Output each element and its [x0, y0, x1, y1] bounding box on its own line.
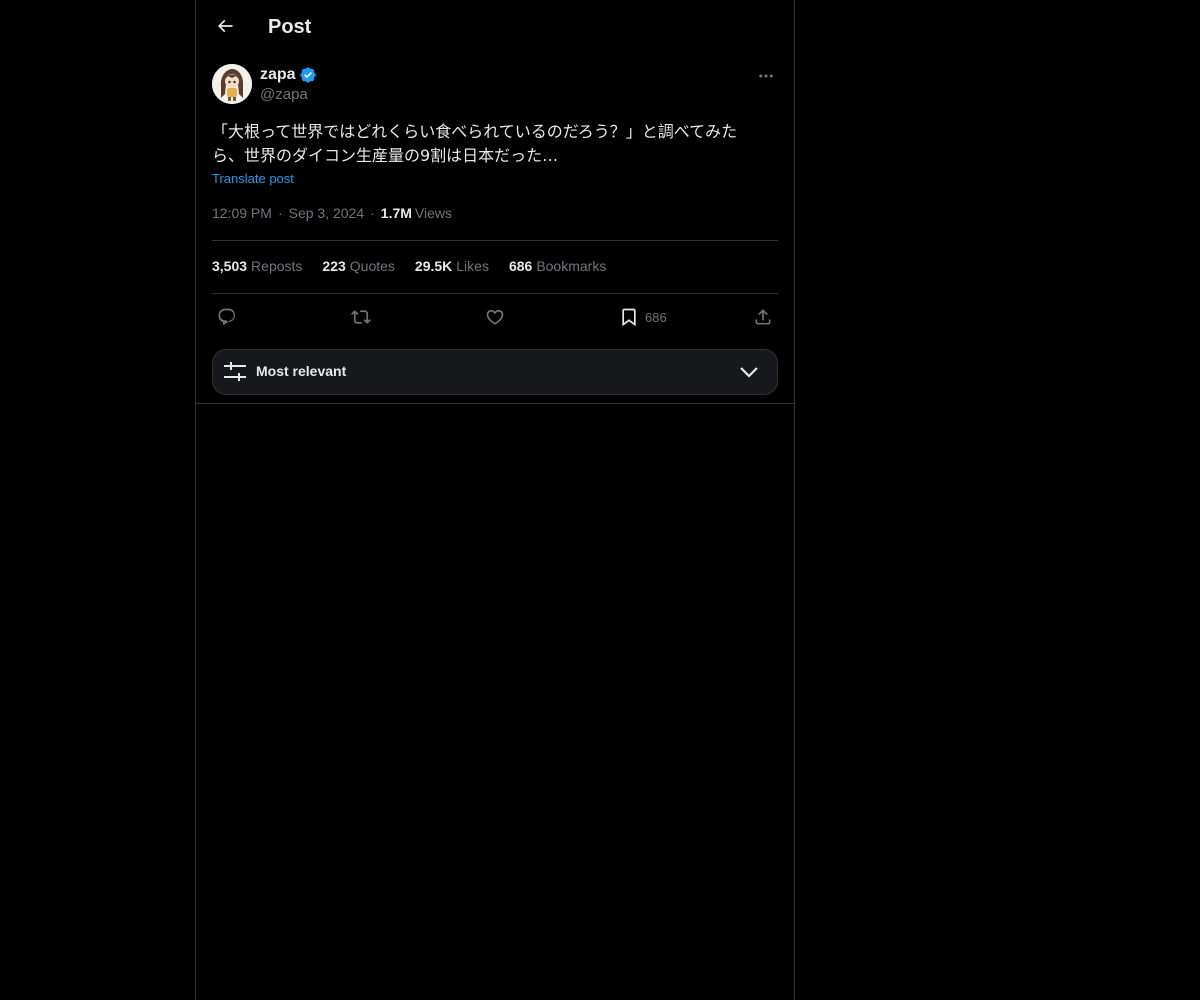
- bookmarks-count: 686: [508, 258, 533, 274]
- avatar-illustration: [212, 64, 252, 104]
- sliders-icon: [224, 362, 246, 381]
- sort-label: Most relevant: [256, 363, 347, 379]
- views-count: 1.7M: [380, 205, 412, 221]
- post-text-line-1: 「大根って世界ではどれくらい食べられているのだろう？」と調べてみた: [212, 122, 738, 141]
- like-button[interactable]: [485, 305, 505, 329]
- quotes-label: Quotes: [349, 258, 395, 274]
- divider: [212, 293, 778, 294]
- likes-stat[interactable]: 29.5K Likes: [415, 258, 489, 274]
- author-name-row: zapa: [260, 65, 317, 85]
- more-icon: [759, 74, 773, 78]
- reposts-label: Reposts: [251, 258, 303, 274]
- like-icon: [486, 309, 504, 325]
- likes-count: 29.5K: [414, 258, 453, 274]
- action-bar: 686: [212, 305, 778, 329]
- repost-icon: [351, 310, 371, 324]
- reply-button[interactable]: [217, 305, 237, 329]
- post-text-line-2: ら、世界のダイコン生産量の9割は日本だった…: [212, 146, 559, 165]
- bookmark-count: 686: [645, 309, 667, 325]
- main-column: Post zapa @zapa 「大根って世界ではどれくらい食べられているのだろ…: [195, 0, 795, 1000]
- back-button[interactable]: [208, 9, 242, 43]
- reposts-stat[interactable]: 3,503 Reposts: [212, 258, 302, 274]
- views-label: Views: [414, 205, 453, 221]
- back-arrow-icon: [217, 19, 233, 33]
- chevron-down-icon: [740, 367, 758, 378]
- section-divider: [196, 403, 794, 404]
- avatar[interactable]: [212, 64, 252, 104]
- share-button[interactable]: [753, 305, 773, 329]
- likes-label: Likes: [456, 258, 489, 274]
- more-options-button[interactable]: [754, 64, 778, 88]
- reply-icon: [218, 308, 236, 326]
- author-handle[interactable]: @zapa: [260, 86, 308, 103]
- divider: [212, 240, 778, 241]
- quotes-count: 223: [322, 258, 346, 274]
- sort-replies-dropdown[interactable]: Most relevant: [212, 349, 778, 395]
- verified-badge-icon: [299, 67, 316, 83]
- bookmark-button[interactable]: 686: [619, 305, 667, 329]
- post-time[interactable]: 12:09 PM: [212, 205, 272, 221]
- translate-post-link[interactable]: Translate post: [212, 171, 294, 186]
- repost-button[interactable]: [351, 305, 371, 329]
- engagement-stats: 3,503 Reposts 223 Quotes 29.5K Likes 686 Boo…: [212, 258, 626, 274]
- top-bar: Post: [196, 0, 794, 53]
- quotes-stat[interactable]: 223 Quotes: [322, 258, 395, 274]
- reposts-count: 3,503: [212, 258, 248, 274]
- meta-separator: ·: [370, 205, 375, 221]
- post-text: 「大根って世界ではどれくらい食べられているのだろう？」と調べてみた ら、世界のダ…: [212, 120, 778, 168]
- bookmarks-stat[interactable]: 686 Bookmarks: [509, 258, 606, 274]
- page-title: Post: [268, 16, 312, 38]
- share-icon: [755, 309, 771, 325]
- author-name[interactable]: zapa: [260, 66, 296, 84]
- bookmark-icon: [622, 308, 636, 327]
- bookmarks-label: Bookmarks: [536, 258, 607, 274]
- meta-separator: ·: [277, 205, 283, 221]
- post-meta: 12:09 PM · Sep 3, 2024 · 1.7M Views: [212, 205, 452, 221]
- post-date[interactable]: Sep 3, 2024: [289, 205, 365, 221]
